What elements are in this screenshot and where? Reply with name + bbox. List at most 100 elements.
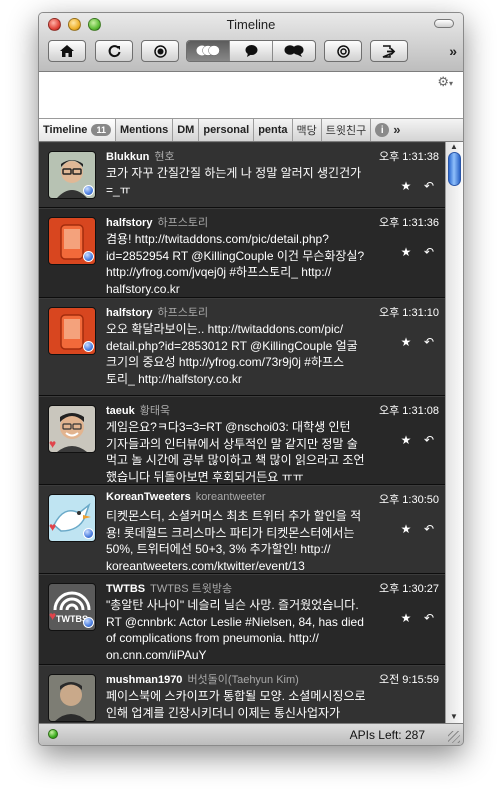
compose-gear-menu[interactable]: ⚙▾ [437, 74, 453, 90]
tweet-time[interactable]: 오후 1:31:10 [379, 304, 439, 320]
scrollbar-thumb[interactable] [448, 152, 461, 186]
target-icon [336, 44, 350, 58]
tweet-row[interactable]: halfstory 하프스토리 오후 1:31:36 겸용! http://twi… [39, 208, 445, 298]
tweet-row[interactable]: ♥ taeuk 황태욱 오후 1:31:08 게임은요?ㅋ다3=3=RT @nsc… [39, 396, 445, 485]
tab-timeline[interactable]: Timeline 11 [39, 119, 116, 141]
tweet-author-name[interactable]: taeuk [106, 405, 135, 417]
favorite-star-icon[interactable]: ★ [399, 611, 413, 625]
tab-label: Timeline [43, 124, 88, 136]
favorite-star-icon[interactable]: ★ [399, 522, 413, 536]
online-indicator [83, 185, 94, 196]
tab-overflow-chevron-icon[interactable]: » [391, 119, 402, 141]
scroll-down-arrow-icon[interactable]: ▼ [450, 712, 458, 721]
unread-badge: 11 [91, 124, 111, 136]
reply-arrow-icon[interactable]: ↶ [422, 245, 436, 259]
tab-tweet-friends[interactable]: 트윗친구 [322, 119, 372, 141]
tweet-text: 티켓몬스터, 소셜커머스 최초 트위터 추가 할인을 적 용! 롯데월드 크리스… [106, 509, 362, 573]
online-indicator [83, 341, 94, 352]
tweet-text: "총알탄 사나이" 네슬리 닐슨 사망. 즐거웠었습니다. RT @cnnbrk… [106, 598, 364, 662]
reply-arrow-icon[interactable]: ↶ [422, 522, 436, 536]
toolbar-overflow-chevron-icon[interactable]: » [449, 43, 457, 59]
tweet-author-name[interactable]: halfstory [106, 217, 152, 229]
reply-arrow-icon[interactable]: ↶ [422, 179, 436, 193]
heart-icon: ♥ [49, 609, 57, 623]
heart-icon: ♥ [49, 520, 57, 534]
tweet-screen-name: koreantweeter [195, 491, 266, 503]
speech-bubble-icon [245, 45, 257, 57]
resize-grip-icon[interactable] [448, 731, 460, 743]
tweet-author-name[interactable]: Blukkun [106, 151, 149, 163]
record-button[interactable] [141, 40, 179, 62]
favorite-star-icon[interactable]: ★ [399, 335, 413, 349]
sign-out-icon [382, 44, 395, 58]
heart-icon: ♥ [49, 437, 57, 451]
tab-dm[interactable]: DM [173, 119, 200, 141]
record-icon [153, 44, 167, 58]
tweet-row[interactable]: ♥ KoreanTweeters koreantweeter 오후 1:30:50… [39, 485, 445, 574]
tweet-row[interactable]: TWTBS ♥ TWTBS TWTBS 트윗방송 오후 1:30:27 "총알탄 … [39, 574, 445, 665]
double-bubble-button[interactable] [273, 41, 315, 61]
reply-arrow-icon[interactable]: ↶ [422, 611, 436, 625]
tab-penta[interactable]: penta [254, 119, 293, 141]
tweet-author-name[interactable]: KoreanTweeters [106, 491, 191, 503]
double-speech-bubble-icon [284, 45, 304, 57]
sign-out-button[interactable] [370, 40, 408, 62]
refresh-button[interactable] [95, 40, 133, 62]
tweet-time[interactable]: 오전 9:15:59 [379, 671, 439, 687]
tweet-screen-name: 하프스토리 [157, 217, 209, 229]
connection-status-icon [48, 729, 58, 739]
home-button[interactable] [48, 40, 86, 62]
tweet-text: 겸용! http://twitaddons.com/pic/detail.php… [106, 232, 365, 296]
tweet-screen-name: 황태욱 [139, 405, 171, 417]
chevron-down-icon: ▾ [448, 79, 453, 88]
tweet-author-name[interactable]: mushman1970 [106, 674, 182, 686]
gear-icon: ⚙ [437, 74, 449, 89]
online-indicator [83, 251, 94, 262]
tab-macdang[interactable]: 맥당 [293, 119, 322, 141]
reply-arrow-icon[interactable]: ↶ [422, 433, 436, 447]
tweet-row[interactable]: halfstory 하프스토리 오후 1:31:10 오오 확달라보이는.. ht… [39, 298, 445, 396]
timeline-list: Blukkun 현호 오후 1:31:38 코가 자꾸 간질간질 하는게 나 정말… [39, 142, 445, 723]
tweet-row[interactable]: Blukkun 현호 오후 1:31:38 코가 자꾸 간질간질 하는게 나 정말… [39, 142, 445, 208]
tweet-author-name[interactable]: TWTBS [106, 583, 145, 595]
tab-personal[interactable]: personal [199, 119, 255, 141]
compose-area[interactable]: ⚙▾ [39, 72, 463, 119]
api-limit-text: APIs Left: 287 [349, 728, 425, 742]
online-indicator [83, 617, 94, 628]
conversation-view-button[interactable] [187, 41, 230, 61]
tweet-time[interactable]: 오후 1:31:36 [379, 214, 439, 230]
favorite-star-icon[interactable]: ★ [399, 179, 413, 193]
tweet-text: 게임은요?ㅋ다3=3=RT @nschoi03: 대학생 인턴 기자들과의 인터… [106, 420, 365, 484]
tweet-time[interactable]: 오후 1:30:50 [379, 491, 439, 507]
target-button[interactable] [324, 40, 362, 62]
tweet-text: 페이스북에 스카이프가 통합될 모양. 소셜메시징으로 인해 업계를 긴장시키더… [106, 689, 366, 720]
tweet-text: 오오 확달라보이는.. http://twitaddons.com/pic/ d… [106, 322, 358, 386]
status-bar: APIs Left: 287 [39, 723, 463, 745]
online-indicator [83, 528, 94, 539]
tweet-screen-name: 현호 [154, 151, 175, 163]
tab-mentions[interactable]: Mentions [116, 119, 174, 141]
app-window: Timeline » ⚙▾ Timeline 11 Mentions DM pe… [38, 12, 464, 746]
home-icon [60, 45, 74, 57]
view-mode-segmented-control [186, 40, 316, 62]
tweet-time[interactable]: 오후 1:30:27 [379, 580, 439, 596]
tweet-screen-name: 하프스토리 [157, 307, 209, 319]
title-bar: Timeline » [39, 13, 463, 72]
reply-arrow-icon[interactable]: ↶ [422, 335, 436, 349]
refresh-icon [108, 44, 120, 57]
single-bubble-button[interactable] [230, 41, 273, 61]
scroll-up-arrow-icon[interactable]: ▲ [450, 142, 458, 151]
tweet-time[interactable]: 오후 1:31:08 [379, 402, 439, 418]
tweet-row[interactable]: mushman1970 버섯돌이(Taehyun Kim) 오전 9:15:59 … [39, 665, 445, 723]
tweet-screen-name: 버섯돌이(Taehyun Kim) [187, 674, 299, 686]
tweet-time[interactable]: 오후 1:31:38 [379, 148, 439, 164]
toolbar-toggle-button[interactable] [434, 19, 454, 28]
avatar[interactable] [48, 674, 96, 722]
favorite-star-icon[interactable]: ★ [399, 245, 413, 259]
tweet-screen-name: TWTBS 트윗방송 [150, 583, 233, 595]
timeline-scrollbar[interactable]: ▲ ▼ [445, 142, 463, 723]
window-title: Timeline [226, 17, 276, 32]
info-icon[interactable]: i [375, 123, 390, 137]
favorite-star-icon[interactable]: ★ [399, 433, 413, 447]
tweet-author-name[interactable]: halfstory [106, 307, 152, 319]
